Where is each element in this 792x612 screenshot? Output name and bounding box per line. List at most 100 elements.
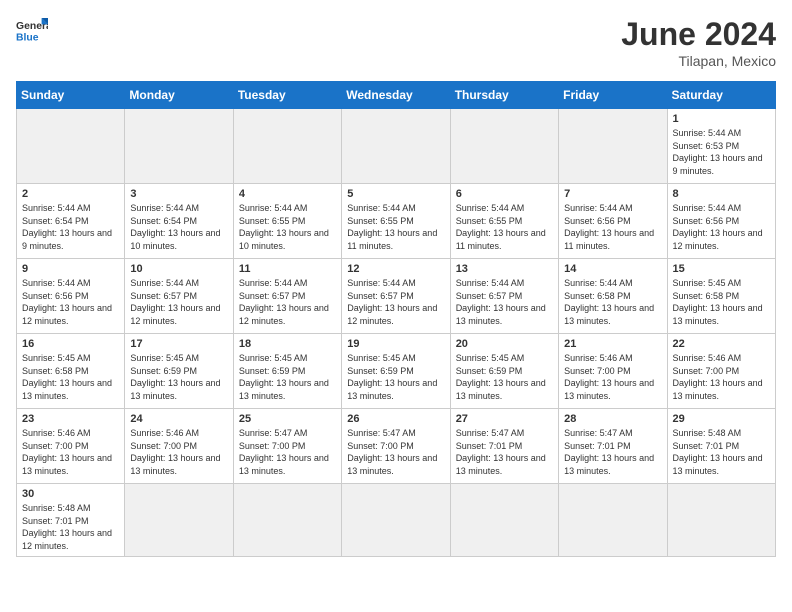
calendar-cell: 28 Sunrise: 5:47 AM Sunset: 7:01 PM Dayli… bbox=[559, 409, 667, 484]
day-info: Sunrise: 5:44 AM Sunset: 6:57 PM Dayligh… bbox=[456, 277, 553, 327]
day-number: 18 bbox=[239, 338, 336, 350]
day-info: Sunrise: 5:46 AM Sunset: 7:00 PM Dayligh… bbox=[130, 427, 227, 477]
calendar-cell: 17 Sunrise: 5:45 AM Sunset: 6:59 PM Dayli… bbox=[125, 334, 233, 409]
day-info: Sunrise: 5:45 AM Sunset: 6:59 PM Dayligh… bbox=[239, 352, 336, 402]
calendar-cell: 16Sunrise: 5:45 AM Sunset: 6:58 PM Dayli… bbox=[17, 334, 125, 409]
calendar-cell: 9 Sunrise: 5:44 AM Sunset: 6:56 PM Daylig… bbox=[17, 259, 125, 334]
month-year-title: June 2024 bbox=[621, 16, 776, 53]
calendar-cell bbox=[125, 109, 233, 184]
day-number: 20 bbox=[456, 338, 553, 350]
header-friday: Friday bbox=[559, 82, 667, 109]
calendar-row: 16Sunrise: 5:45 AM Sunset: 6:58 PM Dayli… bbox=[17, 334, 776, 409]
day-info: Sunrise: 5:44 AM Sunset: 6:56 PM Dayligh… bbox=[564, 202, 661, 252]
day-info: Sunrise: 5:44 AM Sunset: 6:53 PM Dayligh… bbox=[673, 127, 770, 177]
day-info: Sunrise: 5:44 AM Sunset: 6:58 PM Dayligh… bbox=[564, 277, 661, 327]
day-number: 19 bbox=[347, 338, 444, 350]
day-number: 7 bbox=[564, 188, 661, 200]
day-number: 25 bbox=[239, 413, 336, 425]
day-info: Sunrise: 5:45 AM Sunset: 6:59 PM Dayligh… bbox=[456, 352, 553, 402]
header-saturday: Saturday bbox=[667, 82, 775, 109]
day-number: 6 bbox=[456, 188, 553, 200]
calendar-cell: 6 Sunrise: 5:44 AM Sunset: 6:55 PM Daylig… bbox=[450, 184, 558, 259]
calendar-cell bbox=[233, 109, 341, 184]
day-number: 21 bbox=[564, 338, 661, 350]
calendar-cell: 12 Sunrise: 5:44 AM Sunset: 6:57 PM Dayli… bbox=[342, 259, 450, 334]
header-monday: Monday bbox=[125, 82, 233, 109]
calendar-cell: 18 Sunrise: 5:45 AM Sunset: 6:59 PM Dayli… bbox=[233, 334, 341, 409]
calendar-cell: 20 Sunrise: 5:45 AM Sunset: 6:59 PM Dayli… bbox=[450, 334, 558, 409]
day-number: 22 bbox=[673, 338, 770, 350]
day-info: Sunrise: 5:47 AM Sunset: 7:01 PM Dayligh… bbox=[456, 427, 553, 477]
calendar-cell: 2Sunrise: 5:44 AM Sunset: 6:54 PM Daylig… bbox=[17, 184, 125, 259]
calendar-cell: 29 Sunrise: 5:48 AM Sunset: 7:01 PM Dayli… bbox=[667, 409, 775, 484]
day-number: 15 bbox=[673, 263, 770, 275]
day-number: 3 bbox=[130, 188, 227, 200]
header-sunday: Sunday bbox=[17, 82, 125, 109]
calendar-cell: 10Sunrise: 5:44 AM Sunset: 6:57 PM Dayli… bbox=[125, 259, 233, 334]
calendar-row: 9 Sunrise: 5:44 AM Sunset: 6:56 PM Daylig… bbox=[17, 259, 776, 334]
day-number: 5 bbox=[347, 188, 444, 200]
day-info: Sunrise: 5:44 AM Sunset: 6:57 PM Dayligh… bbox=[239, 277, 336, 327]
day-number: 24 bbox=[130, 413, 227, 425]
location-subtitle: Tilapan, Mexico bbox=[621, 53, 776, 69]
day-number: 28 bbox=[564, 413, 661, 425]
logo: General Blue bbox=[16, 16, 48, 44]
day-number: 14 bbox=[564, 263, 661, 275]
day-info: Sunrise: 5:47 AM Sunset: 7:01 PM Dayligh… bbox=[564, 427, 661, 477]
day-number: 16 bbox=[22, 338, 119, 350]
day-number: 27 bbox=[456, 413, 553, 425]
day-number: 26 bbox=[347, 413, 444, 425]
days-header-row: Sunday Monday Tuesday Wednesday Thursday… bbox=[17, 82, 776, 109]
calendar-cell: 3Sunrise: 5:44 AM Sunset: 6:54 PM Daylig… bbox=[125, 184, 233, 259]
day-info: Sunrise: 5:46 AM Sunset: 7:00 PM Dayligh… bbox=[564, 352, 661, 402]
title-block: June 2024 Tilapan, Mexico bbox=[621, 16, 776, 69]
day-info: Sunrise: 5:45 AM Sunset: 6:58 PM Dayligh… bbox=[673, 277, 770, 327]
day-info: Sunrise: 5:44 AM Sunset: 6:55 PM Dayligh… bbox=[456, 202, 553, 252]
day-info: Sunrise: 5:44 AM Sunset: 6:57 PM Dayligh… bbox=[130, 277, 227, 327]
calendar-cell: 13Sunrise: 5:44 AM Sunset: 6:57 PM Dayli… bbox=[450, 259, 558, 334]
calendar-cell bbox=[342, 109, 450, 184]
day-number: 2 bbox=[22, 188, 119, 200]
calendar-cell: 7 Sunrise: 5:44 AM Sunset: 6:56 PM Daylig… bbox=[559, 184, 667, 259]
calendar-cell: 23 Sunrise: 5:46 AM Sunset: 7:00 PM Dayli… bbox=[17, 409, 125, 484]
calendar-cell bbox=[342, 484, 450, 557]
calendar-cell: 15 Sunrise: 5:45 AM Sunset: 6:58 PM Dayli… bbox=[667, 259, 775, 334]
calendar-cell: 8Sunrise: 5:44 AM Sunset: 6:56 PM Daylig… bbox=[667, 184, 775, 259]
calendar-cell: 19 Sunrise: 5:45 AM Sunset: 6:59 PM Dayli… bbox=[342, 334, 450, 409]
day-info: Sunrise: 5:45 AM Sunset: 6:59 PM Dayligh… bbox=[130, 352, 227, 402]
day-number: 17 bbox=[130, 338, 227, 350]
day-info: Sunrise: 5:46 AM Sunset: 7:00 PM Dayligh… bbox=[22, 427, 119, 477]
day-info: Sunrise: 5:44 AM Sunset: 6:56 PM Dayligh… bbox=[673, 202, 770, 252]
day-number: 12 bbox=[347, 263, 444, 275]
calendar-row: 1 Sunrise: 5:44 AM Sunset: 6:53 PM Daylig… bbox=[17, 109, 776, 184]
header-thursday: Thursday bbox=[450, 82, 558, 109]
day-info: Sunrise: 5:44 AM Sunset: 6:56 PM Dayligh… bbox=[22, 277, 119, 327]
calendar-cell: 30Sunrise: 5:48 AM Sunset: 7:01 PM Dayli… bbox=[17, 484, 125, 557]
calendar-cell bbox=[450, 484, 558, 557]
calendar-cell: 14 Sunrise: 5:44 AM Sunset: 6:58 PM Dayli… bbox=[559, 259, 667, 334]
generalblue-logo-icon: General Blue bbox=[16, 16, 48, 44]
calendar-cell bbox=[233, 484, 341, 557]
calendar-cell: 5Sunrise: 5:44 AM Sunset: 6:55 PM Daylig… bbox=[342, 184, 450, 259]
day-number: 23 bbox=[22, 413, 119, 425]
day-info: Sunrise: 5:48 AM Sunset: 7:01 PM Dayligh… bbox=[673, 427, 770, 477]
day-number: 29 bbox=[673, 413, 770, 425]
calendar-cell: 22Sunrise: 5:46 AM Sunset: 7:00 PM Dayli… bbox=[667, 334, 775, 409]
day-number: 1 bbox=[673, 113, 770, 125]
calendar-cell bbox=[559, 484, 667, 557]
day-info: Sunrise: 5:45 AM Sunset: 6:59 PM Dayligh… bbox=[347, 352, 444, 402]
calendar-table: Sunday Monday Tuesday Wednesday Thursday… bbox=[16, 81, 776, 557]
day-number: 11 bbox=[239, 263, 336, 275]
calendar-cell bbox=[125, 484, 233, 557]
calendar-row: 23 Sunrise: 5:46 AM Sunset: 7:00 PM Dayli… bbox=[17, 409, 776, 484]
calendar-cell bbox=[559, 109, 667, 184]
day-number: 30 bbox=[22, 488, 119, 500]
calendar-row: 2Sunrise: 5:44 AM Sunset: 6:54 PM Daylig… bbox=[17, 184, 776, 259]
day-info: Sunrise: 5:44 AM Sunset: 6:57 PM Dayligh… bbox=[347, 277, 444, 327]
day-info: Sunrise: 5:44 AM Sunset: 6:55 PM Dayligh… bbox=[239, 202, 336, 252]
calendar-row: 30Sunrise: 5:48 AM Sunset: 7:01 PM Dayli… bbox=[17, 484, 776, 557]
calendar-cell: 25Sunrise: 5:47 AM Sunset: 7:00 PM Dayli… bbox=[233, 409, 341, 484]
day-info: Sunrise: 5:47 AM Sunset: 7:00 PM Dayligh… bbox=[347, 427, 444, 477]
calendar-cell: 24 Sunrise: 5:46 AM Sunset: 7:00 PM Dayli… bbox=[125, 409, 233, 484]
day-number: 9 bbox=[22, 263, 119, 275]
